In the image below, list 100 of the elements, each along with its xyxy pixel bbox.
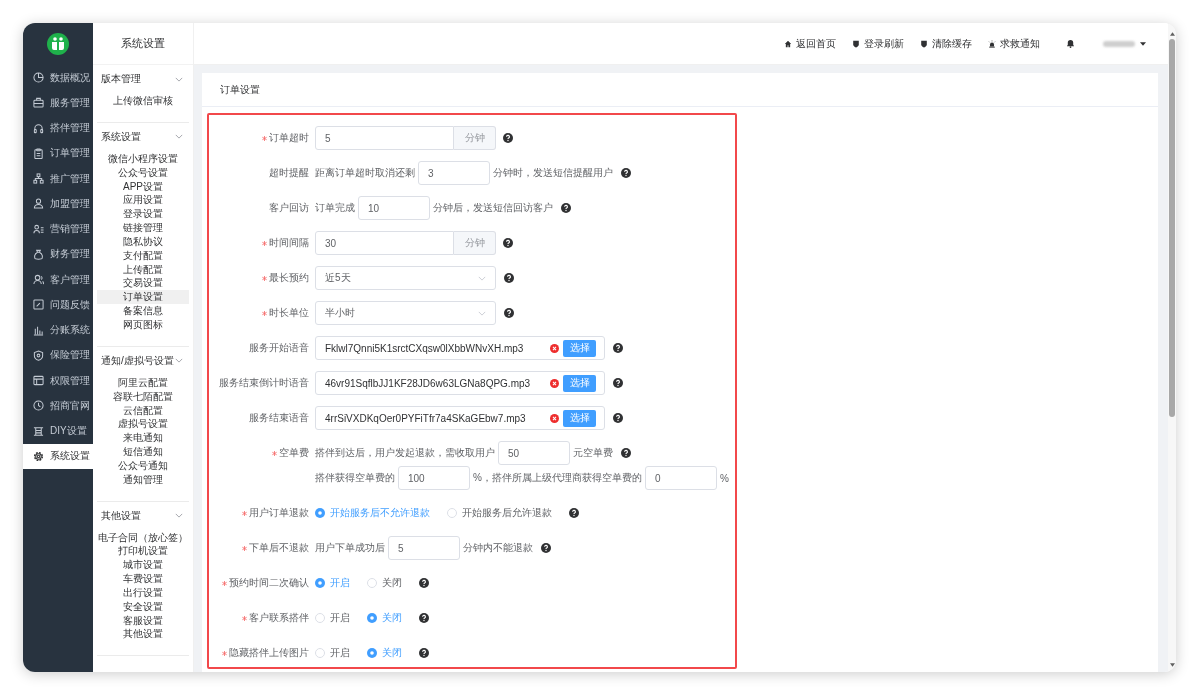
- sub-nav-item[interactable]: 微信小程序设置: [97, 151, 189, 166]
- sub-nav-item[interactable]: 应用设置: [97, 193, 189, 208]
- help-icon[interactable]: [419, 613, 429, 623]
- number-input[interactable]: 30: [315, 231, 454, 255]
- sub-nav-item[interactable]: 阿里云配置: [97, 375, 189, 390]
- sub-nav-item[interactable]: 备案信息: [97, 304, 189, 318]
- radio-label[interactable]: 开始服务后允许退款: [462, 506, 552, 520]
- toolbar-link[interactable]: 求救通知: [988, 36, 1040, 51]
- sub-nav-item[interactable]: 客服设置: [97, 613, 189, 628]
- sub-nav-item[interactable]: 上传微信审核: [97, 94, 189, 108]
- group-header[interactable]: 通知/虚拟号设置: [97, 353, 189, 368]
- sub-nav-item[interactable]: 打印机设置: [97, 544, 189, 559]
- sub-nav-item[interactable]: 公众号通知: [97, 458, 189, 473]
- toolbar-link[interactable]: 返回首页: [784, 36, 836, 51]
- sub-nav-item[interactable]: 隐私协议: [97, 234, 189, 249]
- caret-icon[interactable]: [1140, 41, 1146, 46]
- sub-nav-item[interactable]: 订单设置: [97, 290, 189, 305]
- sub-nav-item[interactable]: 登录设置: [97, 207, 189, 222]
- help-icon[interactable]: [503, 133, 513, 143]
- number-input[interactable]: 0: [644, 466, 717, 490]
- sub-nav-item[interactable]: 车费设置: [97, 572, 189, 586]
- file-field[interactable]: Fklwl7Qnni5K1srctCXqsw0lXbbWNvXH.mp3 选择: [315, 336, 605, 360]
- group-header[interactable]: 系统设置: [97, 129, 189, 144]
- help-icon[interactable]: [621, 168, 631, 178]
- nav-item[interactable]: 财务管理: [23, 241, 93, 267]
- sub-nav-item[interactable]: 公众号设置: [97, 165, 189, 180]
- sub-nav-item[interactable]: 容联七陌配置: [97, 389, 189, 404]
- radio-label[interactable]: 开启: [330, 646, 350, 660]
- toolbar-link[interactable]: 登录刷新: [852, 36, 904, 51]
- sub-nav-item[interactable]: 出行设置: [97, 585, 189, 600]
- nav-item[interactable]: 分账系统: [23, 317, 93, 343]
- radio-button[interactable]: [447, 508, 457, 518]
- sub-nav-item[interactable]: 交易设置: [97, 276, 189, 291]
- sub-nav-item[interactable]: 云信配置: [97, 403, 189, 418]
- help-icon[interactable]: [504, 308, 514, 318]
- number-input[interactable]: 50: [498, 441, 570, 465]
- number-input[interactable]: 100: [398, 466, 470, 490]
- sub-nav-item[interactable]: 电子合同（放心签）: [97, 530, 189, 545]
- arrow-up-icon[interactable]: [1169, 32, 1175, 36]
- help-icon[interactable]: [503, 238, 513, 248]
- help-icon[interactable]: [613, 378, 623, 388]
- select-field[interactable]: 半小时: [315, 301, 496, 325]
- help-icon[interactable]: [613, 343, 623, 353]
- nav-item[interactable]: 权限管理: [23, 368, 93, 394]
- sub-nav-item[interactable]: 其他设置: [97, 627, 189, 642]
- scrollbar[interactable]: [1168, 23, 1176, 672]
- scrollbar-thumb[interactable]: [1169, 39, 1175, 417]
- nav-item[interactable]: 问题反馈: [23, 292, 93, 318]
- number-input[interactable]: 3: [418, 161, 490, 185]
- nav-item[interactable]: 营销管理: [23, 216, 93, 242]
- sub-nav-item[interactable]: 城市设置: [97, 558, 189, 573]
- nav-item[interactable]: 招商官网: [23, 393, 93, 419]
- radio-button[interactable]: [315, 508, 325, 518]
- arrow-down-icon[interactable]: [1169, 663, 1175, 667]
- sub-nav-item[interactable]: 短信通知: [97, 445, 189, 459]
- help-icon[interactable]: [419, 648, 429, 658]
- toolbar-link[interactable]: 清除缓存: [920, 36, 972, 51]
- file-field[interactable]: 4rrSiVXDKqOer0PYFiTfr7a4SKaGEbw7.mp3 选择: [315, 406, 605, 430]
- clear-icon[interactable]: [550, 378, 559, 388]
- number-input[interactable]: 5: [388, 536, 460, 560]
- clear-icon[interactable]: [550, 343, 559, 353]
- nav-item[interactable]: 加盟管理: [23, 191, 93, 217]
- sub-nav-item[interactable]: 支付配置: [97, 248, 189, 263]
- help-icon[interactable]: [621, 448, 631, 458]
- number-input[interactable]: 5: [315, 126, 454, 150]
- select-field[interactable]: 近5天: [315, 266, 496, 290]
- nav-item[interactable]: 搭伴管理: [23, 115, 93, 141]
- clear-icon[interactable]: [550, 413, 559, 423]
- sub-nav-item[interactable]: 网页图标: [97, 317, 189, 332]
- radio-button[interactable]: [367, 578, 377, 588]
- number-input[interactable]: 10: [358, 196, 430, 220]
- sub-nav-item[interactable]: 链接管理: [97, 221, 189, 235]
- radio-button[interactable]: [315, 578, 325, 588]
- radio-label[interactable]: 开启: [330, 611, 350, 625]
- bell-icon[interactable]: [1066, 39, 1075, 48]
- file-field[interactable]: 46vr91SqflbJJ1KF28JD6w63LGNa8QPG.mp3 选择: [315, 371, 605, 395]
- radio-button[interactable]: [367, 648, 377, 658]
- radio-label[interactable]: 关闭: [382, 576, 402, 590]
- nav-item[interactable]: 推广管理: [23, 166, 93, 192]
- help-icon[interactable]: [419, 578, 429, 588]
- radio-button[interactable]: [367, 613, 377, 623]
- help-icon[interactable]: [569, 508, 579, 518]
- nav-item[interactable]: 数据概况: [23, 65, 93, 91]
- radio-button[interactable]: [315, 648, 325, 658]
- nav-item[interactable]: DIY设置: [23, 418, 93, 444]
- sub-nav-item[interactable]: 通知管理: [97, 472, 189, 487]
- sub-nav-item[interactable]: 来电通知: [97, 431, 189, 446]
- radio-button[interactable]: [315, 613, 325, 623]
- sub-nav-item[interactable]: APP设置: [97, 179, 189, 194]
- nav-item[interactable]: 保险管理: [23, 342, 93, 368]
- nav-item[interactable]: 系统设置: [23, 443, 93, 469]
- sub-nav-item[interactable]: 上传配置: [97, 262, 189, 277]
- help-icon[interactable]: [541, 543, 551, 553]
- group-header[interactable]: 版本管理: [97, 72, 189, 86]
- sub-nav-item[interactable]: 安全设置: [97, 599, 189, 614]
- help-icon[interactable]: [504, 273, 514, 283]
- group-header[interactable]: 其他设置: [97, 508, 189, 523]
- nav-item[interactable]: 订单管理: [23, 140, 93, 166]
- sub-nav-item[interactable]: 虚拟号设置: [97, 417, 189, 432]
- nav-item[interactable]: 服务管理: [23, 90, 93, 116]
